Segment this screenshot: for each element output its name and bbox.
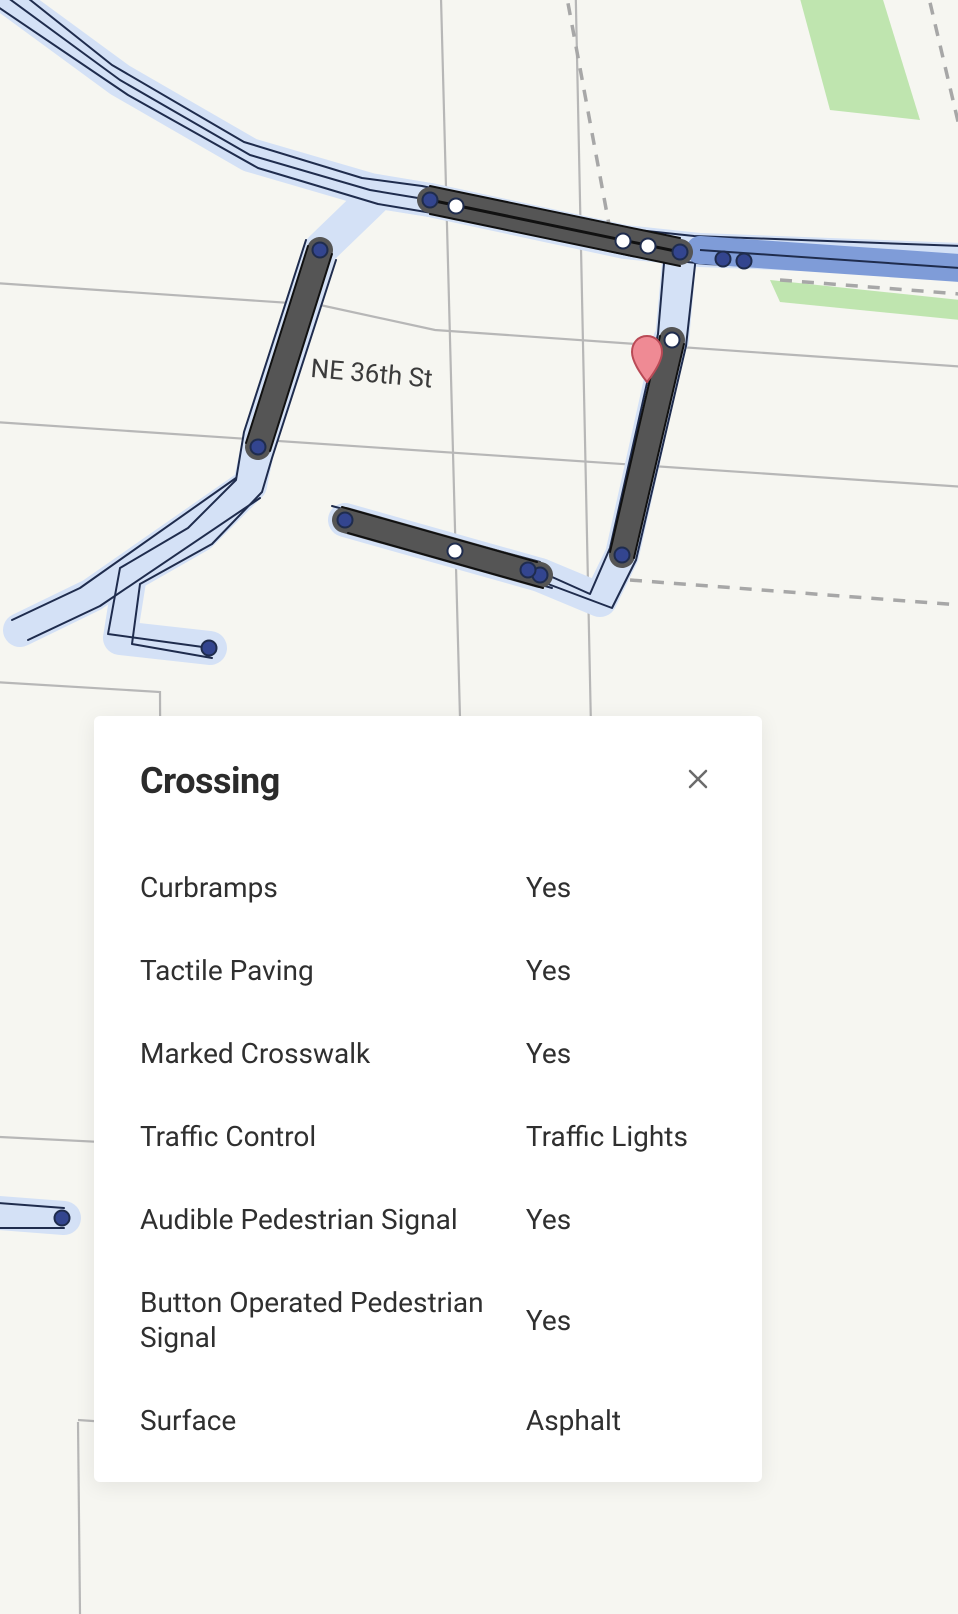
attr-value: Yes: [526, 870, 716, 905]
attr-value: Yes: [526, 1202, 716, 1237]
attr-label: Curbramps: [140, 870, 496, 905]
feature-info-card: Crossing Curbramps Yes Tactile Paving Ye…: [94, 716, 762, 1482]
attr-value: Yes: [526, 953, 716, 988]
attr-label: Tactile Paving: [140, 953, 496, 988]
attr-label: Audible Pedestrian Signal: [140, 1202, 496, 1237]
close-icon: [686, 767, 710, 791]
attr-label: Marked Crosswalk: [140, 1036, 496, 1071]
attr-value: Yes: [526, 1036, 716, 1071]
attr-label: Traffic Control: [140, 1119, 496, 1154]
attr-row-button-operated-signal: Button Operated Pedestrian Signal Yes: [140, 1261, 716, 1379]
attr-value: Traffic Lights: [526, 1119, 716, 1154]
attr-label: Surface: [140, 1403, 496, 1438]
map-marker[interactable]: [629, 334, 665, 384]
close-button[interactable]: [680, 761, 716, 802]
attr-row-tactile-paving: Tactile Paving Yes: [140, 929, 716, 1012]
attr-label: Button Operated Pedestrian Signal: [140, 1285, 496, 1355]
card-title: Crossing: [140, 760, 280, 802]
attr-row-traffic-control: Traffic Control Traffic Lights: [140, 1095, 716, 1178]
attr-row-marked-crosswalk: Marked Crosswalk Yes: [140, 1012, 716, 1095]
attr-value: Yes: [526, 1303, 716, 1338]
attr-row-surface: Surface Asphalt: [140, 1379, 716, 1462]
attr-value: Asphalt: [526, 1403, 716, 1438]
attr-row-curbramps: Curbramps Yes: [140, 846, 716, 929]
attr-row-audible-pedestrian-signal: Audible Pedestrian Signal Yes: [140, 1178, 716, 1261]
